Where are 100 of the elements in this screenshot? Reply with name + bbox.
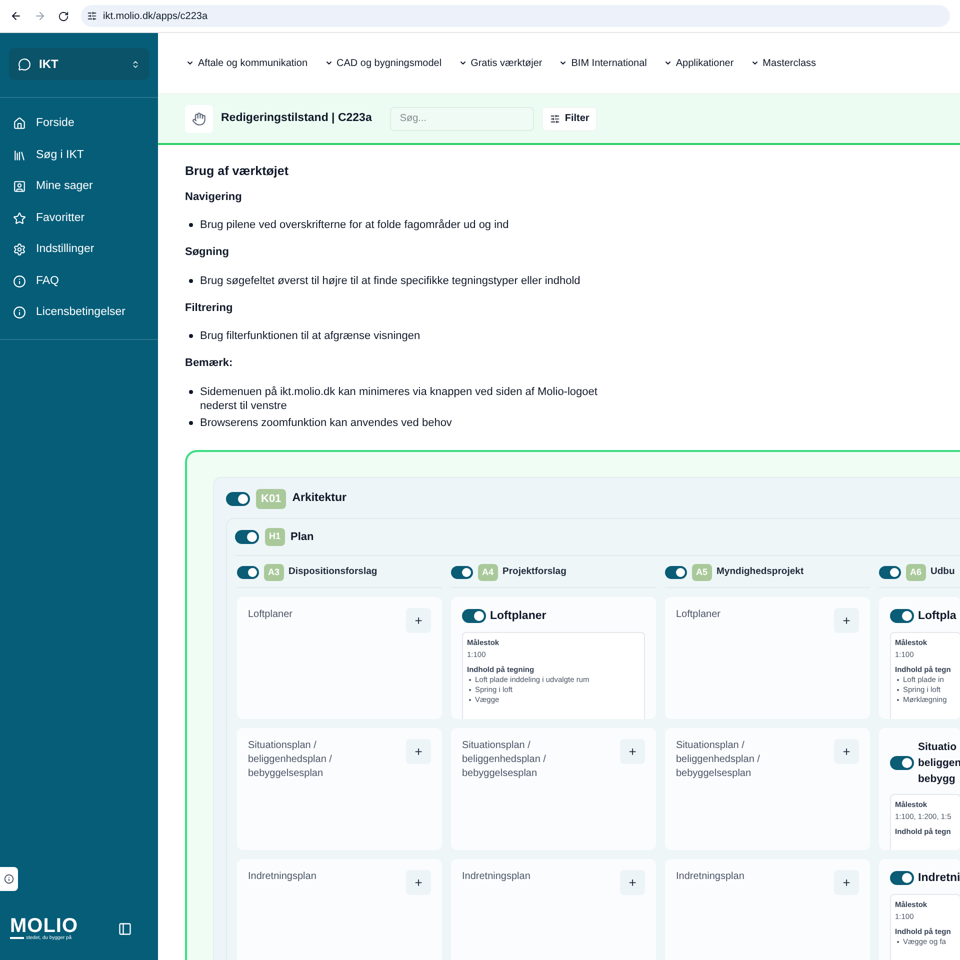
card-title: Loftplaner <box>248 608 294 622</box>
code-badge: A3 <box>264 564 284 581</box>
user-card-icon <box>13 180 26 194</box>
card-title: Indretningsplan <box>676 870 746 884</box>
toggle-switch[interactable] <box>665 566 687 579</box>
nav-menu[interactable]: Gratis værktøjer <box>458 56 542 70</box>
hand-icon <box>185 104 213 132</box>
sidebar-item[interactable]: Licensbetingelser <box>0 297 158 328</box>
settings-icon <box>13 243 26 256</box>
bullet-text: Brug filterfunktionen til at afgrænse visningen <box>200 329 422 344</box>
add-button[interactable]: + <box>834 738 859 764</box>
sidebar-item[interactable]: Favoritter <box>0 202 158 234</box>
sidebar-item[interactable]: Mine sager <box>0 171 158 202</box>
phase-name: Projektforslag <box>502 565 566 580</box>
info-button[interactable] <box>0 867 18 891</box>
card-title: Situationsplan / beliggenhedsplan / bebyggelsesplan <box>676 738 761 781</box>
add-button[interactable]: + <box>834 608 859 633</box>
chevron-down-icon <box>458 59 467 67</box>
bullet-icon <box>189 223 193 228</box>
sliders-icon <box>550 114 560 124</box>
bullet-icon <box>189 420 193 425</box>
page-title: Redigeringstilstand | C223a <box>221 110 372 126</box>
phase-name: Dispositionsforslag <box>288 565 378 580</box>
add-button[interactable]: + <box>620 738 645 764</box>
reload-icon[interactable] <box>58 10 69 22</box>
code-badge: K01 <box>256 488 286 510</box>
card-title: Indretningsplan <box>462 870 532 884</box>
toggle-switch[interactable] <box>226 492 250 506</box>
card-title: Loftpla <box>918 608 956 624</box>
add-button[interactable]: + <box>406 870 431 895</box>
toggle-switch[interactable] <box>879 566 901 579</box>
chevron-down-icon <box>664 59 672 67</box>
section-heading: Bemærk: <box>185 356 234 372</box>
star-icon <box>13 212 26 225</box>
group-name: Plan <box>290 530 314 545</box>
code-badge: H1 <box>265 528 285 546</box>
code-badge: A5 <box>692 564 712 581</box>
home-icon <box>13 117 26 130</box>
bullet-icon <box>189 334 193 338</box>
sidebar-item[interactable]: FAQ <box>0 266 158 297</box>
toggle-switch[interactable] <box>890 609 914 624</box>
app-switcher[interactable]: IKT <box>9 48 149 80</box>
add-button[interactable]: + <box>406 608 431 633</box>
toggle-switch[interactable] <box>890 871 914 886</box>
books-icon <box>13 148 26 162</box>
sidebar-item[interactable]: Forside <box>0 108 158 140</box>
site-settings-icon[interactable] <box>87 11 97 21</box>
phase-name: Myndighedsprojekt <box>716 565 804 580</box>
back-icon[interactable] <box>10 10 22 22</box>
toggle-switch[interactable] <box>237 566 259 579</box>
bullet-icon <box>189 278 193 283</box>
card-title: Situationsplan / beliggenhedsplan / bebyggelsesplan <box>462 738 547 781</box>
nav-menu[interactable]: Aftale og kommunikation <box>186 56 308 70</box>
toggle-switch[interactable] <box>451 566 473 579</box>
discipline-name: Arkitektur <box>292 491 347 506</box>
chevron-down-icon <box>324 59 333 67</box>
sidebar-item[interactable]: Indstillinger <box>0 234 158 266</box>
card-title: Loftplaner <box>490 608 546 624</box>
chevron-down-icon <box>186 59 194 67</box>
card-title: Situationsplan / beliggenhedsplan / bebyggelsesplan <box>248 738 333 781</box>
bullet-text: Brug pilene ved overskrifterne for at folde fagområder ud og ind <box>200 218 510 232</box>
nav-menu[interactable]: BIM International <box>559 56 647 70</box>
code-badge: A6 <box>906 564 926 581</box>
chevron-down-icon <box>559 59 568 67</box>
toggle-switch[interactable] <box>890 756 914 770</box>
info-icon <box>13 274 26 288</box>
card-title: Situatio <box>918 740 958 755</box>
bullet-icon <box>189 390 193 394</box>
code-badge: A4 <box>478 564 498 581</box>
filter-button[interactable]: Filter <box>542 106 598 130</box>
toggle-switch[interactable] <box>235 530 259 544</box>
guide-title: Brug af værktøjet <box>185 163 290 180</box>
phase-name: Udbu <box>930 565 955 580</box>
bullet-text: Browserens zoomfunktion kan anvendes ved behov <box>200 416 453 430</box>
sidebar-toggle-icon[interactable] <box>118 922 132 936</box>
search-field[interactable]: Søg... <box>390 106 534 130</box>
toggle-switch[interactable] <box>462 609 486 624</box>
sidebar-item[interactable]: Søg i IKT <box>0 140 158 171</box>
app-icon <box>18 58 31 70</box>
card-title: Loftplaner <box>676 608 722 622</box>
nav-menu[interactable]: CAD og bygningsmodel <box>324 56 442 70</box>
add-button[interactable]: + <box>406 738 431 764</box>
info-icon <box>4 874 14 884</box>
section-heading: Søgning <box>185 245 230 260</box>
nav-menu[interactable]: Masterclass <box>750 56 816 70</box>
section-heading: Filtrering <box>185 300 234 316</box>
chevrons-icon <box>131 60 140 68</box>
nav-menu[interactable]: Applikationer <box>664 56 734 70</box>
chevron-down-icon <box>750 59 759 67</box>
add-button[interactable]: + <box>834 870 859 895</box>
info-icon <box>13 306 26 320</box>
bullet-text: Sidemenuen på ikt.molio.dk kan minimeres via knappen ved siden af Molio-logoet nederst til venstre <box>200 384 598 413</box>
section-heading: Navigering <box>185 190 243 205</box>
card-title: bebygg <box>918 772 956 787</box>
add-button[interactable]: + <box>620 870 645 895</box>
address-bar[interactable]: ikt.molio.dk/apps/c223a <box>81 5 950 27</box>
card-title: Indretningsplan <box>248 870 318 884</box>
url-text: ikt.molio.dk/apps/c223a <box>103 10 208 24</box>
forward-icon[interactable] <box>34 10 46 22</box>
card-title: Indretni <box>918 870 960 886</box>
